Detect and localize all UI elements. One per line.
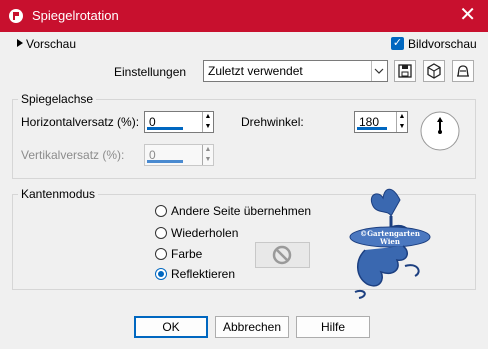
preview-expander-label[interactable]: Vorschau (26, 37, 76, 51)
angle-spinbox[interactable]: 180 ▲ ▼ (354, 111, 408, 133)
watermark-line2: Wien (379, 237, 400, 246)
help-button[interactable]: Hilfe (296, 316, 370, 338)
preview-checkbox[interactable]: ✓ (391, 37, 404, 50)
angle-dial[interactable] (420, 111, 460, 151)
radio-repeat[interactable] (155, 227, 167, 239)
angle-spin-arrows[interactable]: ▲ ▼ (396, 112, 407, 132)
cancel-button[interactable]: Abbrechen (215, 316, 289, 338)
expand-arrow-icon[interactable] (16, 38, 24, 48)
hat-icon (457, 65, 469, 77)
v-offset-spinbox[interactable]: 0 ▲ ▼ (144, 144, 214, 166)
ok-button[interactable]: OK (134, 316, 208, 338)
h-offset-spinbox[interactable]: 0 ▲ ▼ (144, 111, 214, 133)
close-icon[interactable]: ✕ (459, 4, 476, 26)
preview-checkbox-label[interactable]: Bildvorschau (408, 37, 477, 51)
radio-other-side-label[interactable]: Andere Seite übernehmen (171, 204, 311, 218)
angle-slider-bar[interactable] (357, 127, 387, 130)
cube-icon (427, 63, 441, 79)
radio-color-label[interactable]: Farbe (171, 247, 202, 261)
h-offset-label: Horizontalversatz (%): (21, 115, 140, 129)
radio-color[interactable] (155, 248, 167, 260)
angle-label: Drehwinkel: (241, 115, 304, 129)
radio-other-side[interactable] (155, 205, 167, 217)
mirror-axis-title: Spiegelachse (18, 92, 97, 106)
settings-dropdown[interactable]: Zuletzt verwendet (203, 60, 388, 82)
window-title: Spiegelrotation (32, 8, 119, 23)
watermark-logo: ©Gartengarten Wien (349, 188, 431, 299)
h-offset-spin-arrows[interactable]: ▲ ▼ (202, 112, 213, 132)
color-swatch-button[interactable] (255, 242, 310, 268)
h-offset-slider-bar[interactable] (147, 127, 183, 130)
v-offset-slider-bar[interactable] (147, 160, 183, 163)
settings-label: Einstellungen (114, 65, 187, 79)
no-entry-icon (272, 245, 292, 265)
radio-repeat-label[interactable]: Wiederholen (171, 226, 238, 240)
save-preset-button[interactable] (394, 60, 416, 82)
chevron-down-icon (371, 61, 387, 81)
preset-manager-button[interactable] (452, 60, 474, 82)
radio-reflect-label[interactable]: Reflektieren (171, 267, 235, 281)
reset-preset-button[interactable] (423, 60, 445, 82)
edge-mode-title: Kantenmodus (18, 187, 99, 201)
app-icon (9, 9, 23, 23)
v-offset-label: Vertikalversatz (%): (21, 148, 125, 162)
radio-reflect[interactable] (155, 268, 167, 280)
save-icon (398, 64, 412, 78)
v-offset-spin-arrows[interactable]: ▲ ▼ (202, 145, 213, 165)
title-bar: Spiegelrotation ✕ (0, 0, 488, 32)
settings-dropdown-value: Zuletzt verwendet (208, 64, 303, 78)
